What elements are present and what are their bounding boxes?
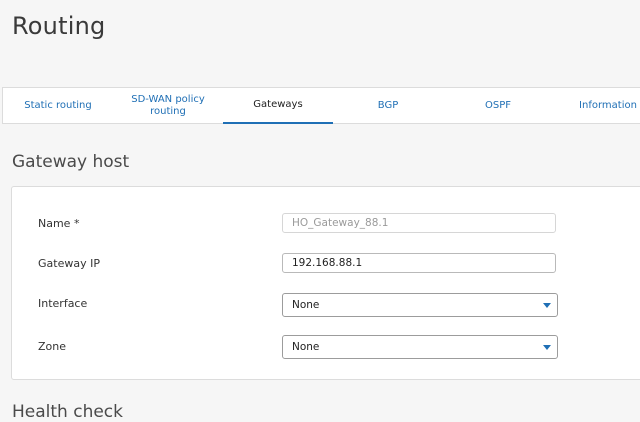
interface-select-value: None	[292, 299, 320, 311]
chevron-down-icon	[543, 345, 551, 350]
gateway-host-section-title: Gateway host	[12, 152, 130, 172]
zone-label: Zone	[38, 340, 67, 353]
gateway-ip-label: Gateway IP	[38, 257, 100, 270]
chevron-down-icon	[543, 303, 551, 308]
routing-tabs: Static routing SD-WAN policy routing Gat…	[2, 87, 640, 124]
tab-sdwan-policy-routing[interactable]: SD-WAN policy routing	[113, 88, 223, 124]
gateway-ip-field[interactable]: 192.168.88.1	[282, 253, 556, 273]
tab-static-routing[interactable]: Static routing	[3, 88, 113, 124]
interface-label: Interface	[38, 297, 88, 310]
zone-select-value: None	[292, 341, 320, 353]
tab-ospf[interactable]: OSPF	[443, 88, 553, 124]
name-field[interactable]: HO_Gateway_88.1	[282, 213, 556, 233]
page-title: Routing	[12, 12, 106, 40]
health-check-section-title: Health check	[12, 402, 123, 422]
tab-bgp[interactable]: BGP	[333, 88, 443, 124]
tab-gateways[interactable]: Gateways	[223, 88, 333, 124]
gateway-host-panel: Name * HO_Gateway_88.1 Gateway IP 192.16…	[11, 186, 640, 380]
tab-information[interactable]: Information	[553, 88, 640, 124]
interface-select[interactable]: None	[282, 293, 558, 317]
name-label: Name *	[38, 217, 80, 230]
zone-select[interactable]: None	[282, 335, 558, 359]
